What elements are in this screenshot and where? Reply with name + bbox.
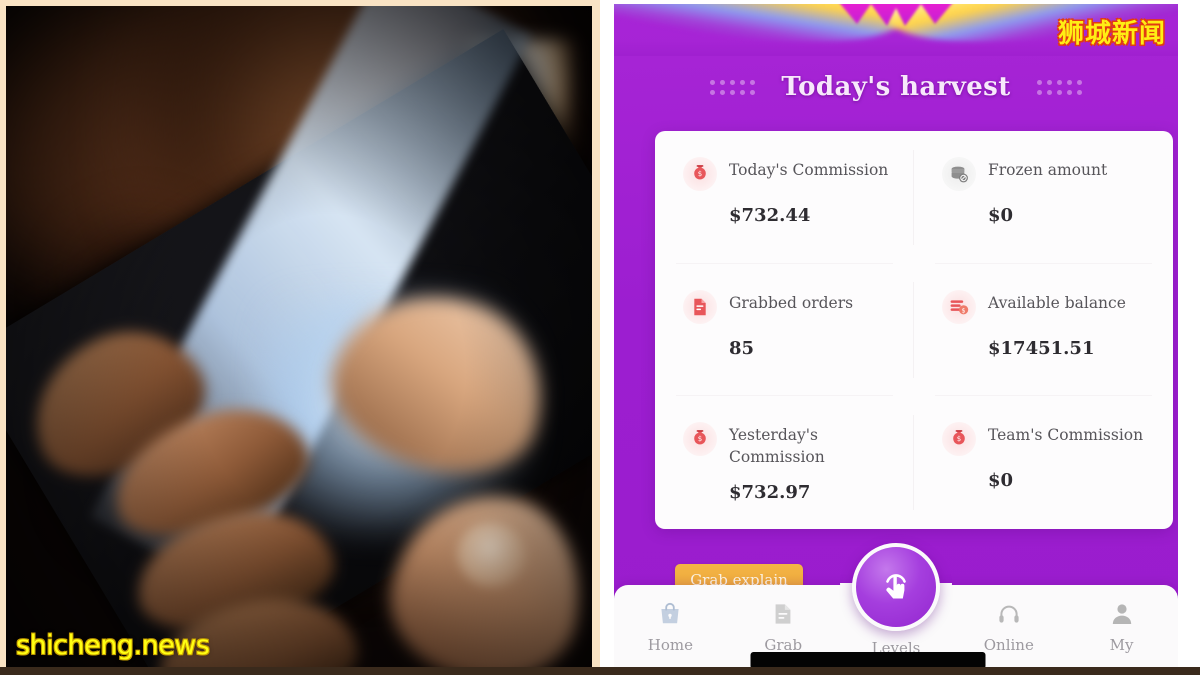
harvest-stats-card: $ Today's Commission $732.44 Frozen amou…: [655, 131, 1173, 529]
svg-text:$: $: [698, 170, 702, 178]
stat-value: $0: [988, 470, 1014, 492]
money-bag-icon: $: [683, 157, 717, 191]
order-document-icon: [683, 289, 717, 324]
svg-text:$: $: [957, 436, 961, 444]
nav-label: My: [1109, 636, 1134, 654]
screenshot-canvas: shicheng.news Today's harvest $ Today's …: [0, 0, 1200, 675]
dot-grid-left-icon: [710, 79, 756, 95]
nav-item-online[interactable]: Online: [952, 599, 1065, 654]
nav-label: Home: [647, 636, 693, 654]
nav-item-my[interactable]: My: [1065, 599, 1178, 654]
grab-order-fab-button[interactable]: [852, 543, 940, 631]
frozen-coins-icon: [942, 157, 976, 191]
svg-text:$: $: [698, 436, 702, 444]
stat-cell-available-balance[interactable]: $ Available balance $17451.51: [914, 264, 1173, 397]
stat-value: $732.44: [729, 205, 811, 226]
stat-label: Available balance: [988, 293, 1126, 312]
title-row: Today's harvest: [614, 72, 1178, 102]
tap-hand-icon: [874, 565, 918, 609]
stat-cell-grabbed-orders[interactable]: Grabbed orders 85: [655, 264, 914, 397]
left-photo-panel: shicheng.news: [0, 0, 600, 675]
watermark-shicheng-news: shicheng.news: [16, 630, 210, 661]
stat-label: Today's Commission: [729, 161, 889, 179]
page-title: Today's harvest: [781, 72, 1011, 102]
stat-label: Grabbed orders: [729, 293, 854, 312]
coin-stack-icon: $: [942, 289, 976, 324]
stat-cell-frozen-amount[interactable]: Frozen amount $0: [914, 131, 1173, 264]
phone-in-dark-photo: shicheng.news: [6, 6, 592, 667]
nav-label: Online: [983, 636, 1034, 654]
stat-cell-yesterdays-commission[interactable]: $ Yesterday's Commission $732.97: [655, 396, 914, 529]
stat-label: Frozen amount: [988, 161, 1108, 179]
nav-item-grab[interactable]: Grab: [727, 599, 840, 654]
dot-grid-right-icon: [1036, 79, 1082, 95]
stat-value: $0: [988, 205, 1014, 226]
stat-label: Yesterday's Commission: [729, 426, 825, 467]
app-screen: Today's harvest $ Today's Commission $73…: [614, 4, 1178, 675]
photo-vignette: [6, 6, 592, 667]
headset-icon: [996, 599, 1022, 629]
stats-grid: $ Today's Commission $732.44 Frozen amou…: [655, 131, 1173, 529]
watermark-shicheng-chinese: 狮城新闻: [1057, 19, 1166, 49]
money-bag-icon: $: [683, 422, 717, 457]
bottom-edge-strip: [0, 667, 1200, 675]
stat-cell-teams-commission[interactable]: $ Team's Commission $0: [914, 396, 1173, 529]
right-app-panel: Today's harvest $ Today's Commission $73…: [600, 0, 1200, 675]
person-icon: [1109, 599, 1135, 629]
crown-icon: [831, 4, 961, 34]
nav-item-home[interactable]: Home: [614, 599, 727, 654]
document-icon: [770, 599, 796, 629]
svg-text:$: $: [962, 306, 966, 314]
stat-label: Team's Commission: [988, 426, 1144, 445]
stat-cell-todays-commission[interactable]: $ Today's Commission $732.44: [655, 131, 914, 264]
shop-bag-icon: [657, 599, 683, 629]
stat-value: $732.97: [729, 482, 811, 504]
money-bag-icon: $: [942, 422, 976, 457]
stat-value: 85: [729, 337, 755, 359]
bottom-navigation-bar: Home Grab Online My Levels: [614, 543, 1178, 675]
stat-value: $17451.51: [988, 337, 1095, 359]
